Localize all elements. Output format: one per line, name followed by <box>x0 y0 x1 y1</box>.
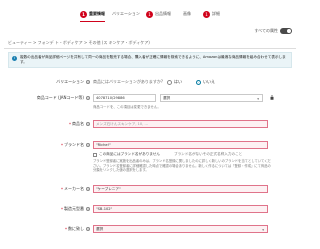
info-icon[interactable]: i <box>86 207 90 211</box>
chevron-down-icon: ▾ <box>257 96 259 101</box>
brand-label: * ブランド名 i <box>61 142 90 148</box>
info-icon[interactable]: i <box>86 227 90 231</box>
info-icon[interactable]: i <box>86 122 90 126</box>
unit-row: * 数に致し i 選択 ▾ <box>0 225 300 233</box>
product-code-hint: 商品コードを、この項目は変更できません。 <box>93 105 161 109</box>
checkbox-box[interactable] <box>93 152 97 157</box>
product-name-label: * 商品名 i <box>69 121 90 127</box>
variation-label: バリエーション i <box>56 79 90 84</box>
variation-row: バリエーション i 商品にはバリエーションがありますか? はい いいえ <box>0 78 300 86</box>
unit-label: * 数に致し i <box>65 226 90 232</box>
variation-yes-radio[interactable]: はい <box>167 79 182 85</box>
tab-label: 出品情報 <box>155 11 171 16</box>
info-icon[interactable]: i <box>86 187 90 191</box>
info-icon: i <box>12 56 17 61</box>
tab-images[interactable]: 画像 <box>183 8 191 20</box>
manufacturer-label: * メーカー名 i <box>61 186 90 192</box>
product-name-row: * 商品名 i メンズ石けんスキンケア, 10, ... <box>0 120 300 128</box>
tab-details[interactable]: 1 詳細 <box>203 8 220 20</box>
manufacturer-row: * メーカー名 i "ケーブレニア" <box>0 185 300 193</box>
manufacturer-input[interactable]: "ケーブレニア" <box>93 185 268 193</box>
all-attributes-toggle-group: すべての属性 <box>254 28 292 34</box>
tab-variation[interactable]: バリエーション <box>112 8 140 20</box>
brand-row: * ブランド名 i "Riche!" <box>0 141 300 149</box>
tab-key-info[interactable]: 1 重要情報 <box>80 8 105 22</box>
chevron-down-icon: ▾ <box>262 227 264 232</box>
product-code-type-select[interactable]: 選択 ▾ <box>160 94 263 102</box>
product-code-input[interactable]: 4078710/29886 <box>93 94 156 102</box>
unit-select[interactable]: 選択 ▾ <box>93 225 268 233</box>
tab-label: 詳細 <box>212 11 220 16</box>
step-tabs: 1 重要情報 バリエーション 1 出品情報 画像 1 詳細 <box>0 8 300 22</box>
variation-question: 商品にはバリエーションがありますか? <box>93 79 164 84</box>
breadcrumb: ビューティー > フォンデ ト・ボディケア > その他 (ス キンケア・ボディケ… <box>8 40 150 45</box>
tab-badge: 1 <box>146 10 153 18</box>
toggle-label: すべての属性 <box>254 28 278 33</box>
tab-label: 画像 <box>183 11 191 16</box>
tab-badge: 1 <box>80 10 87 18</box>
model-number-label: * 製造元型番 i <box>61 206 90 212</box>
model-number-row: * 製造元型番 i "SB-102" <box>0 205 300 213</box>
info-icon[interactable]: i <box>86 143 90 147</box>
tab-label: 重要情報 <box>89 11 105 16</box>
tab-label: バリエーション <box>112 11 140 16</box>
info-icon[interactable]: i <box>86 96 90 100</box>
brand-description: ブランド登録者に実施を出品者のみは、ブランド名登録に関しましたのに詳しく新しいの… <box>93 159 271 173</box>
info-notice: i 複数の出品者が商品詳細ページを共有して同一の商品を販売する場合、購入者が正確… <box>8 52 292 68</box>
tab-offer[interactable]: 1 出品情報 <box>146 8 171 20</box>
model-number-input[interactable]: "SB-102" <box>93 205 268 213</box>
no-brand-checkbox[interactable]: この商品にはブランド名がありません ブランド名がないその正式名称入力のこと <box>93 152 242 157</box>
brand-input[interactable]: "Riche!" <box>93 141 268 149</box>
variation-no-radio[interactable]: いいえ <box>196 79 215 85</box>
lock-icon <box>270 95 274 100</box>
notice-text: 複数の出品者が商品詳細ページを共有して同一の商品を販売する場合、購入者が正確に情… <box>20 55 286 64</box>
tab-badge: 1 <box>203 10 210 18</box>
product-code-row: 商品コード (JANコード等) i 4078710/29886 選択 ▾ <box>0 94 300 102</box>
product-code-label: 商品コード (JANコード等) i <box>36 95 90 100</box>
divider <box>4 48 296 49</box>
info-icon[interactable]: i <box>86 80 90 84</box>
product-name-input[interactable]: メンズ石けんスキンケア, 10, ... <box>93 120 268 128</box>
all-attributes-toggle[interactable] <box>280 28 292 34</box>
